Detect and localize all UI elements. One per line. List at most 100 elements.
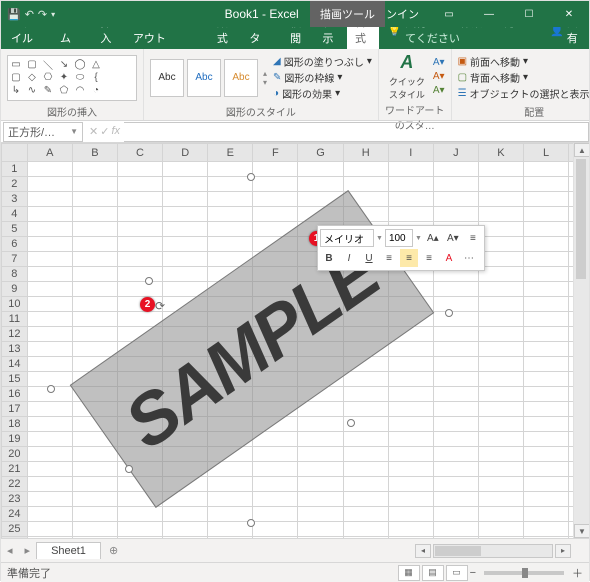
cell[interactable] — [72, 192, 117, 207]
cell[interactable] — [208, 252, 253, 267]
cell[interactable] — [388, 387, 433, 402]
cell[interactable] — [72, 492, 117, 507]
cell[interactable] — [298, 192, 343, 207]
cell[interactable] — [524, 207, 569, 222]
cell[interactable] — [27, 162, 72, 177]
cell[interactable] — [388, 282, 433, 297]
cell[interactable] — [72, 252, 117, 267]
cell[interactable] — [163, 417, 208, 432]
row-header[interactable]: 7 — [2, 252, 28, 267]
cell[interactable] — [298, 342, 343, 357]
cell[interactable] — [433, 177, 478, 192]
cell[interactable] — [298, 447, 343, 462]
cell[interactable] — [163, 372, 208, 387]
cell[interactable] — [388, 177, 433, 192]
cell[interactable] — [208, 342, 253, 357]
cell[interactable] — [388, 477, 433, 492]
bold-button[interactable]: B — [320, 249, 338, 267]
row-header[interactable]: 9 — [2, 282, 28, 297]
cell[interactable] — [117, 417, 162, 432]
cell[interactable] — [298, 162, 343, 177]
cell[interactable] — [72, 402, 117, 417]
row-header[interactable]: 25 — [2, 522, 28, 537]
page-layout-view-icon[interactable]: ▤ — [422, 565, 444, 581]
cell[interactable] — [253, 327, 298, 342]
cell[interactable] — [253, 522, 298, 537]
row-header[interactable]: 21 — [2, 462, 28, 477]
vscroll-thumb[interactable] — [576, 159, 586, 279]
cell[interactable] — [524, 462, 569, 477]
normal-view-icon[interactable]: ▦ — [398, 565, 420, 581]
cell[interactable] — [478, 342, 523, 357]
cell[interactable] — [524, 282, 569, 297]
cell[interactable] — [478, 222, 523, 237]
cell[interactable] — [343, 327, 388, 342]
cell[interactable] — [253, 222, 298, 237]
cell[interactable] — [27, 507, 72, 522]
cell[interactable] — [253, 282, 298, 297]
cell[interactable] — [117, 207, 162, 222]
cell[interactable] — [388, 372, 433, 387]
row-header[interactable]: 4 — [2, 207, 28, 222]
col-header[interactable]: H — [343, 144, 388, 162]
cell[interactable] — [298, 297, 343, 312]
cell[interactable] — [478, 267, 523, 282]
cell[interactable] — [524, 237, 569, 252]
cell[interactable] — [433, 342, 478, 357]
cell[interactable] — [388, 417, 433, 432]
cell[interactable] — [343, 432, 388, 447]
cell[interactable] — [524, 297, 569, 312]
col-header[interactable]: C — [117, 144, 162, 162]
cell[interactable] — [208, 357, 253, 372]
cell[interactable] — [433, 297, 478, 312]
cell[interactable] — [72, 297, 117, 312]
cell[interactable] — [343, 462, 388, 477]
cell[interactable] — [163, 282, 208, 297]
cell[interactable] — [27, 432, 72, 447]
cell[interactable] — [388, 357, 433, 372]
cell[interactable] — [253, 477, 298, 492]
cell[interactable] — [298, 177, 343, 192]
cell[interactable] — [478, 177, 523, 192]
redo-icon[interactable]: ↷ — [38, 8, 47, 21]
row-header[interactable]: 12 — [2, 327, 28, 342]
cell[interactable] — [27, 522, 72, 537]
cell[interactable] — [433, 192, 478, 207]
text-outline-icon[interactable]: A▾ — [433, 71, 445, 82]
chevron-down-icon[interactable]: ▼ — [415, 235, 422, 242]
cell[interactable] — [343, 177, 388, 192]
sheet-nav-prev-icon[interactable]: ◂ — [1, 544, 19, 557]
cell[interactable] — [298, 507, 343, 522]
cell[interactable] — [72, 507, 117, 522]
cell[interactable] — [208, 282, 253, 297]
col-header[interactable]: B — [72, 144, 117, 162]
italic-button[interactable]: I — [340, 249, 358, 267]
cell[interactable] — [253, 402, 298, 417]
cell[interactable] — [478, 477, 523, 492]
cell[interactable] — [388, 207, 433, 222]
zoom-slider[interactable] — [484, 571, 564, 575]
cell[interactable] — [208, 222, 253, 237]
cell[interactable] — [433, 462, 478, 477]
namebox-dropdown-icon[interactable]: ▼ — [70, 127, 78, 136]
cell[interactable] — [163, 387, 208, 402]
cell[interactable] — [388, 342, 433, 357]
cell[interactable] — [208, 267, 253, 282]
cell[interactable] — [117, 372, 162, 387]
row-header[interactable]: 3 — [2, 192, 28, 207]
cell[interactable] — [72, 177, 117, 192]
align-left-icon[interactable]: ≡ — [380, 249, 398, 267]
row-header[interactable]: 15 — [2, 372, 28, 387]
col-header[interactable]: G — [298, 144, 343, 162]
cell[interactable] — [27, 462, 72, 477]
style-preset-1[interactable]: Abc — [150, 59, 184, 97]
zoom-in-icon[interactable]: ＋ — [572, 565, 583, 581]
style-more-icon[interactable]: ▴▾ — [261, 59, 269, 97]
cell[interactable] — [163, 342, 208, 357]
horizontal-scrollbar[interactable]: ◂ ▸ — [415, 544, 589, 558]
cell[interactable] — [163, 162, 208, 177]
cell[interactable] — [524, 447, 569, 462]
cell[interactable] — [163, 237, 208, 252]
cell[interactable] — [27, 252, 72, 267]
cell[interactable] — [163, 252, 208, 267]
